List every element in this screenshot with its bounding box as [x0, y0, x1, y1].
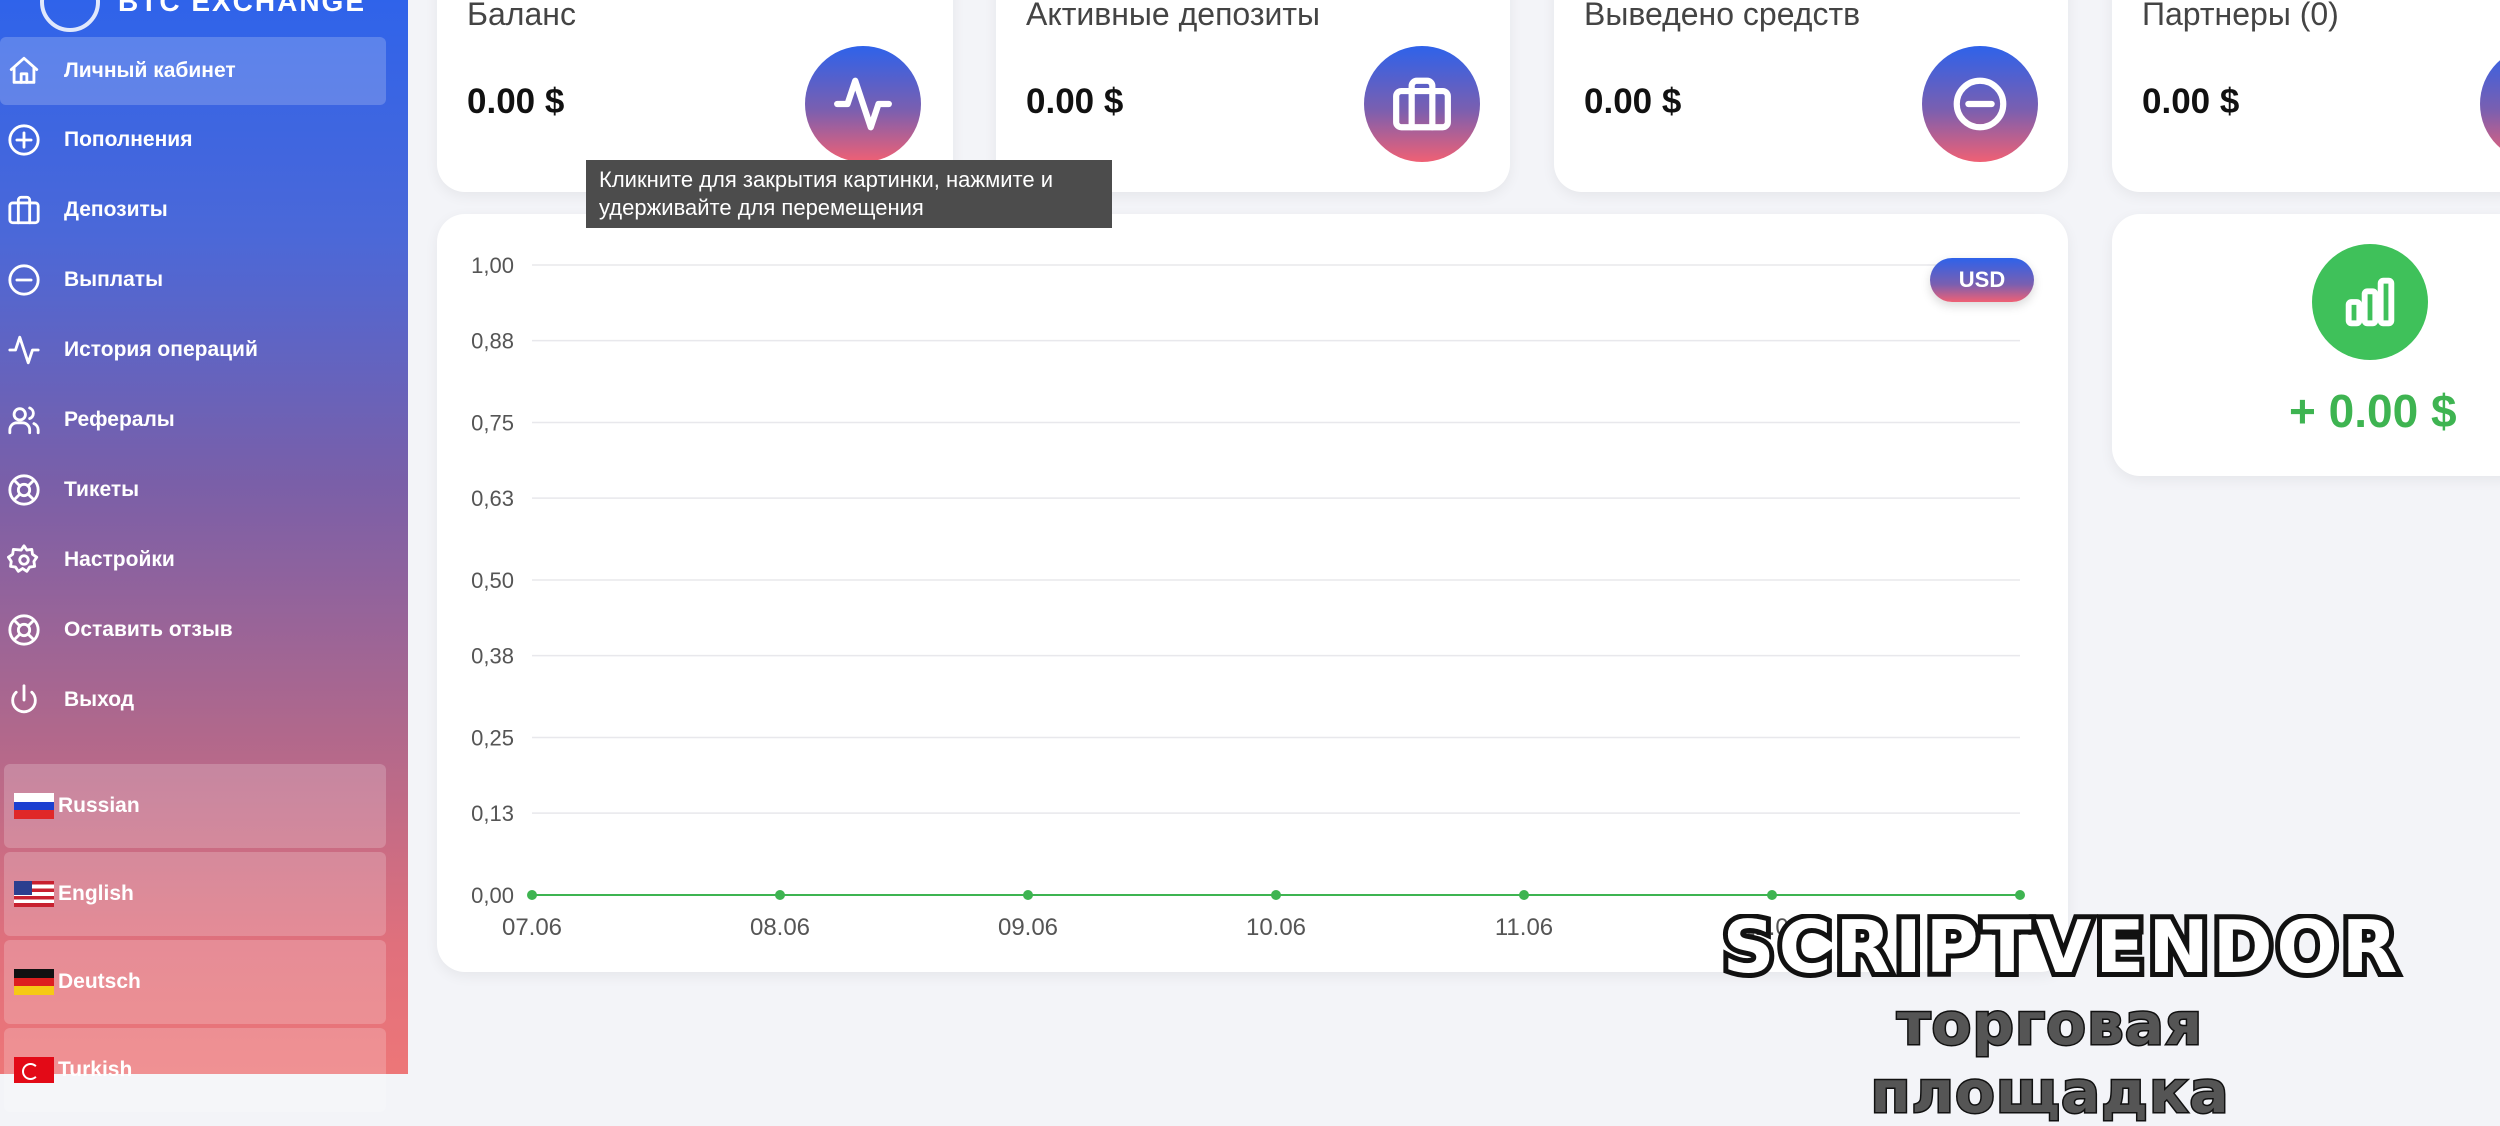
partners-value: 0.00 $: [2142, 82, 2240, 121]
language-label: Deutsch: [58, 970, 141, 993]
home-icon: [4, 51, 44, 91]
russia-flag-icon: [14, 793, 54, 819]
sidebar-item-deposits-topup[interactable]: Пополнения: [0, 106, 386, 174]
language-label: Turkish: [58, 1058, 133, 1081]
sidebar-item-label: Настройки: [64, 548, 175, 571]
lifebuoy-icon: [4, 470, 44, 510]
active-deposits-title: Активные депозиты: [1026, 0, 1321, 32]
sidebar-item-label: Личный кабинет: [64, 59, 236, 82]
sidebar-item-label: Депозиты: [64, 198, 168, 221]
activity-icon: [805, 46, 921, 162]
sidebar-item-logout[interactable]: Выход: [0, 666, 386, 734]
partners-card: Партнеры (0) 0.00 $: [2112, 0, 2500, 192]
withdrawn-value: 0.00 $: [1584, 82, 1682, 121]
tooltip-line-2: удерживайте для перемещения: [599, 195, 924, 220]
activity-icon: [4, 330, 44, 370]
withdrawn-card: Выведено средств 0.00 $: [1554, 0, 2068, 192]
sidebar-item-settings[interactable]: Настройки: [0, 526, 386, 594]
sidebar-item-referrals[interactable]: Рефералы: [0, 386, 386, 454]
sidebar-item-dashboard[interactable]: Личный кабинет: [0, 37, 386, 105]
balance-value: 0.00 $: [467, 82, 565, 121]
image-tooltip: Кликните для закрытия картинки, нажмите …: [586, 160, 1112, 228]
sidebar-item-label: Пополнения: [64, 128, 193, 151]
chart-card: [437, 214, 2068, 972]
sidebar-item-history[interactable]: История операций: [0, 316, 386, 384]
minus-circle-icon: [1922, 46, 2038, 162]
language-deutsch[interactable]: Deutsch: [4, 940, 386, 1024]
watermark-line-1: SCRIPTVENDOR: [1723, 914, 2401, 984]
sidebar-item-label: Выход: [64, 688, 135, 711]
tooltip-line-1: Кликните для закрытия картинки, нажмите …: [599, 167, 1053, 192]
sidebar-item-label: Оставить отзыв: [64, 618, 233, 641]
withdrawn-title: Выведено средств: [1584, 0, 1861, 32]
users-icon: [4, 400, 44, 440]
sidebar-item-tickets[interactable]: Тикеты: [0, 456, 386, 524]
bar-chart-icon: [2312, 244, 2428, 360]
watermark-subtitle: торговая площадка: [1869, 989, 2230, 1126]
sidebar-item-label: История операций: [64, 338, 258, 361]
power-icon: [4, 680, 44, 720]
gear-icon: [4, 540, 44, 580]
lifebuoy-icon: [4, 610, 44, 650]
sidebar-item-feedback[interactable]: Оставить отзыв: [0, 596, 386, 664]
briefcase-icon: [1364, 46, 1480, 162]
briefcase-icon: [4, 190, 44, 230]
balance-title: Баланс: [467, 0, 576, 32]
currency-badge[interactable]: USD: [1930, 258, 2034, 302]
scriptvendor-watermark-logo: SCRIPTVENDOR: [1718, 914, 2402, 984]
partners-title: Партнеры (0): [2142, 0, 2339, 32]
language-label: Russian: [58, 794, 140, 817]
logo-text[interactable]: BTC EXCHANGE: [118, 0, 366, 18]
sidebar-item-label: Рефералы: [64, 408, 175, 431]
language-turkish[interactable]: Turkish: [4, 1028, 386, 1112]
logo-icon[interactable]: [40, 0, 100, 32]
germany-flag-icon: [14, 969, 54, 995]
sidebar: BTC EXCHANGE Личный кабинет Пополнения Д…: [0, 0, 408, 1112]
language-label: English: [58, 882, 134, 905]
plus-circle-icon: [4, 120, 44, 160]
active-deposits-value: 0.00 $: [1026, 82, 1124, 121]
referral-income-value: + 0.00 $: [2289, 385, 2457, 437]
sidebar-item-label: Тикеты: [64, 478, 140, 501]
language-russian[interactable]: Russian: [4, 764, 386, 848]
sidebar-item-payouts[interactable]: Выплаты: [0, 246, 386, 314]
activity-icon: [2480, 46, 2500, 162]
usa-flag-icon: [14, 881, 54, 907]
minus-circle-icon: [4, 260, 44, 300]
turkey-flag-icon: [14, 1057, 54, 1083]
sidebar-item-label: Выплаты: [64, 268, 164, 291]
sidebar-item-deposits[interactable]: Депозиты: [0, 176, 386, 244]
language-english[interactable]: English: [4, 852, 386, 936]
